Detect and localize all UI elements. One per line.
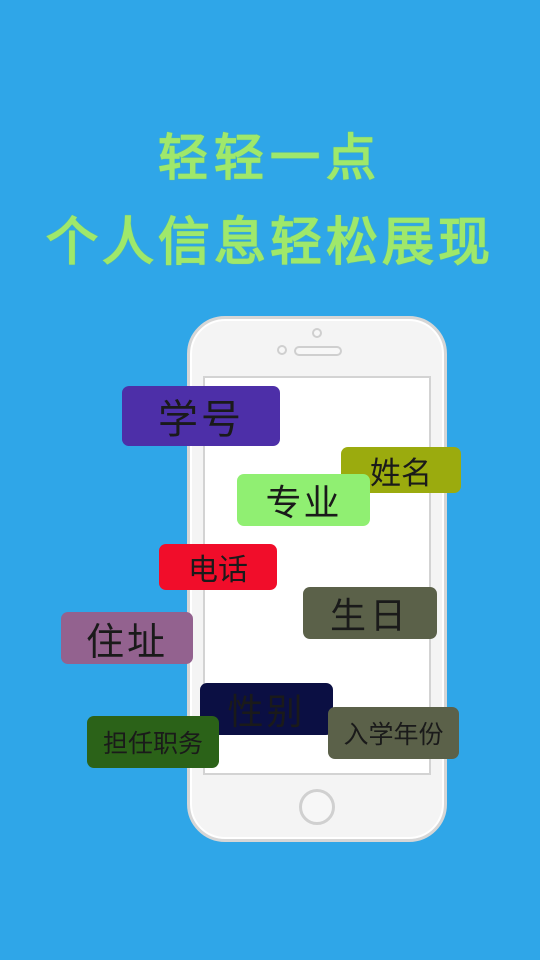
tag-student-id: 学号	[122, 386, 280, 446]
tag-address: 住址	[61, 612, 193, 664]
tag-major: 专业	[237, 474, 370, 526]
headline-line-1: 轻轻一点	[158, 129, 382, 187]
tag-phone: 电话	[159, 544, 277, 590]
phone-sensor-icon	[277, 345, 287, 355]
tag-position: 担任职务	[87, 716, 219, 768]
tag-gender: 性别	[200, 683, 333, 735]
phone-camera-icon	[312, 328, 322, 338]
tag-birthday: 生日	[303, 587, 437, 639]
phone-home-button-icon	[299, 789, 335, 825]
headline-line-2: 个人信息轻松展现	[45, 213, 494, 273]
tag-enrollment-year: 入学年份	[328, 707, 459, 759]
phone-speaker-icon	[294, 346, 342, 356]
